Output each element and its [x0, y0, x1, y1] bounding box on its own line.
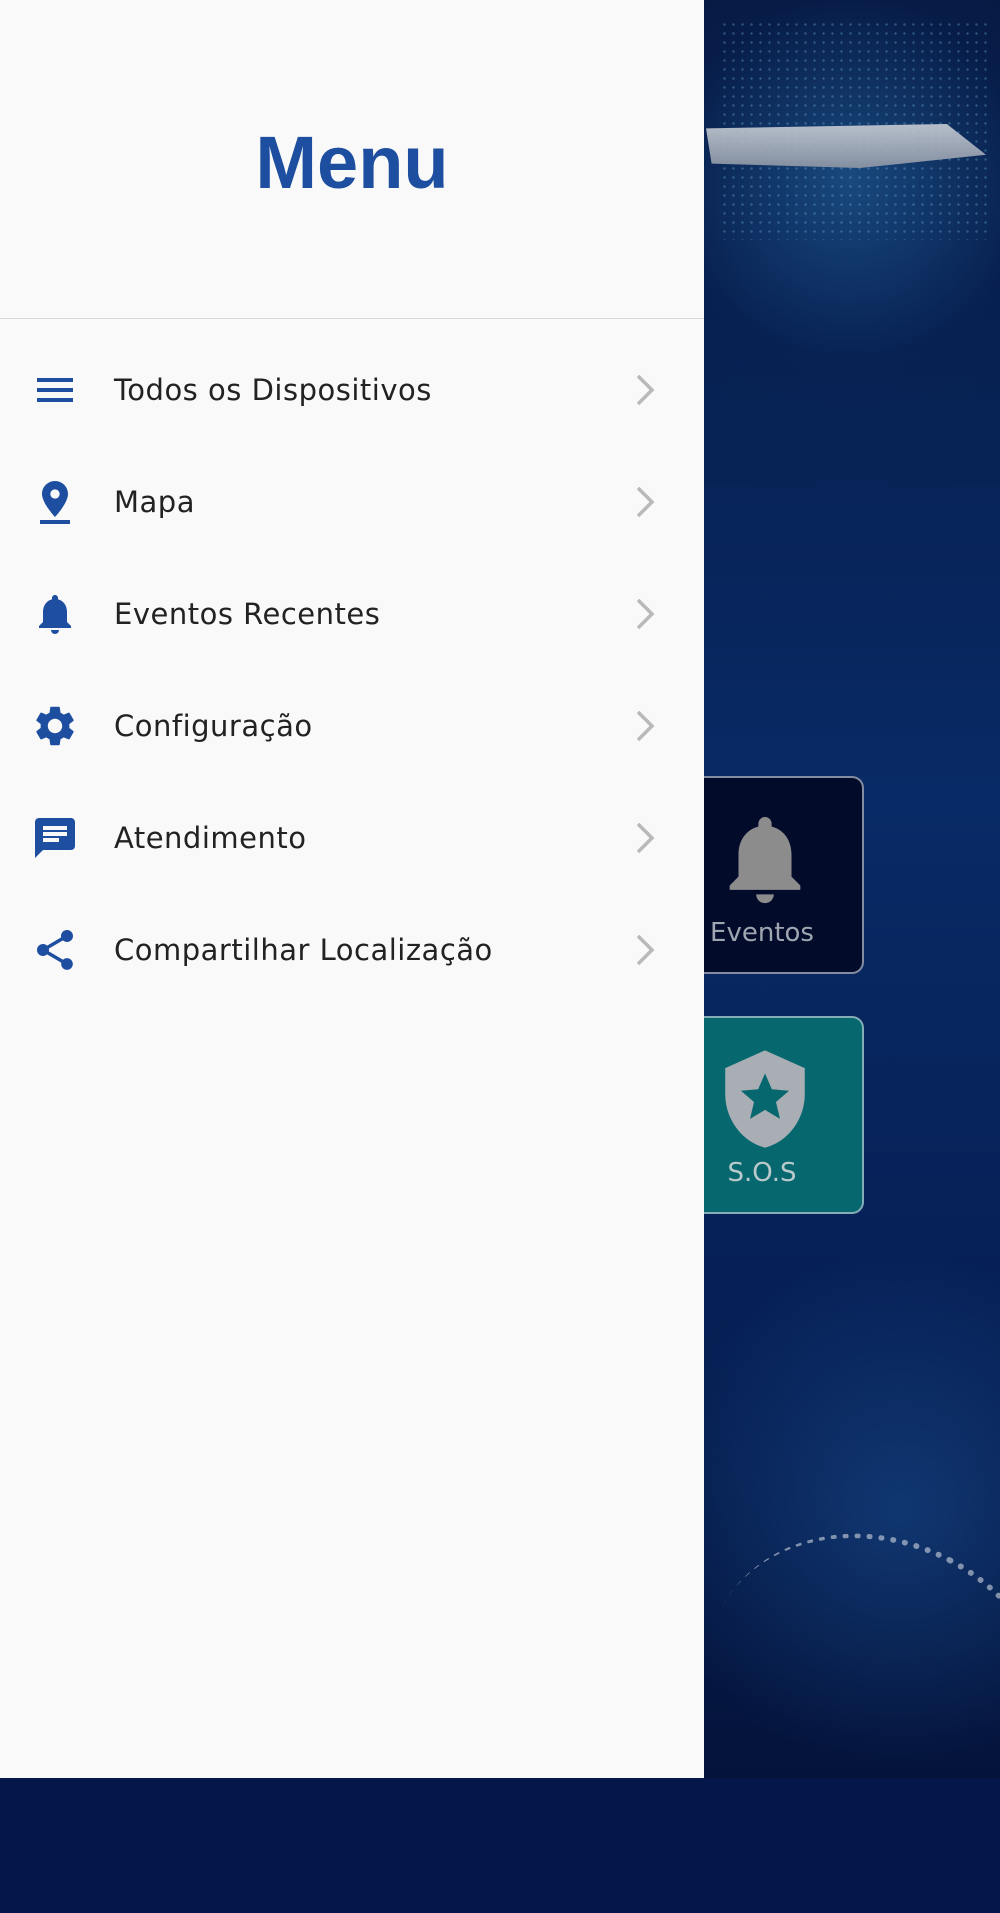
menu-item-compartilhar-localizacao[interactable]: Compartilhar Localização — [0, 894, 704, 1006]
menu-item-label: Todos os Dispositivos — [114, 373, 432, 407]
menu-item-label: Mapa — [114, 485, 195, 519]
menu-item-eventos-recentes[interactable]: Eventos Recentes — [0, 558, 704, 670]
chevron-right-icon — [636, 822, 655, 854]
shield-star-icon — [725, 1050, 805, 1148]
chevron-right-icon — [636, 374, 655, 406]
divider — [0, 318, 704, 319]
menu-item-todos-dispositivos[interactable]: Todos os Dispositivos — [0, 334, 704, 446]
map-pin-icon — [40, 481, 70, 524]
navigation-drawer: Menu Todos os Dispositivos Mapa Eventos … — [0, 0, 704, 1778]
menu-item-label: Atendimento — [114, 821, 307, 855]
menu-item-label: Configuração — [114, 709, 313, 743]
share-icon — [37, 930, 73, 970]
chevron-right-icon — [636, 486, 655, 518]
menu-item-label: Eventos Recentes — [114, 597, 381, 631]
menu-item-label: Compartilhar Localização — [114, 933, 493, 967]
menu-item-configuracao[interactable]: Configuração — [0, 670, 704, 782]
bell-icon — [729, 817, 801, 904]
chevron-right-icon — [636, 710, 655, 742]
menu-list: Todos os Dispositivos Mapa Eventos Recen… — [0, 334, 704, 1006]
drawer-title: Menu — [255, 121, 449, 204]
chevron-right-icon — [636, 598, 655, 630]
list-icon — [37, 378, 73, 402]
chat-icon — [35, 818, 75, 858]
bell-icon — [39, 595, 71, 634]
menu-item-mapa[interactable]: Mapa — [0, 446, 704, 558]
gear-icon — [36, 706, 74, 746]
chevron-right-icon — [636, 934, 655, 966]
menu-item-atendimento[interactable]: Atendimento — [0, 782, 704, 894]
